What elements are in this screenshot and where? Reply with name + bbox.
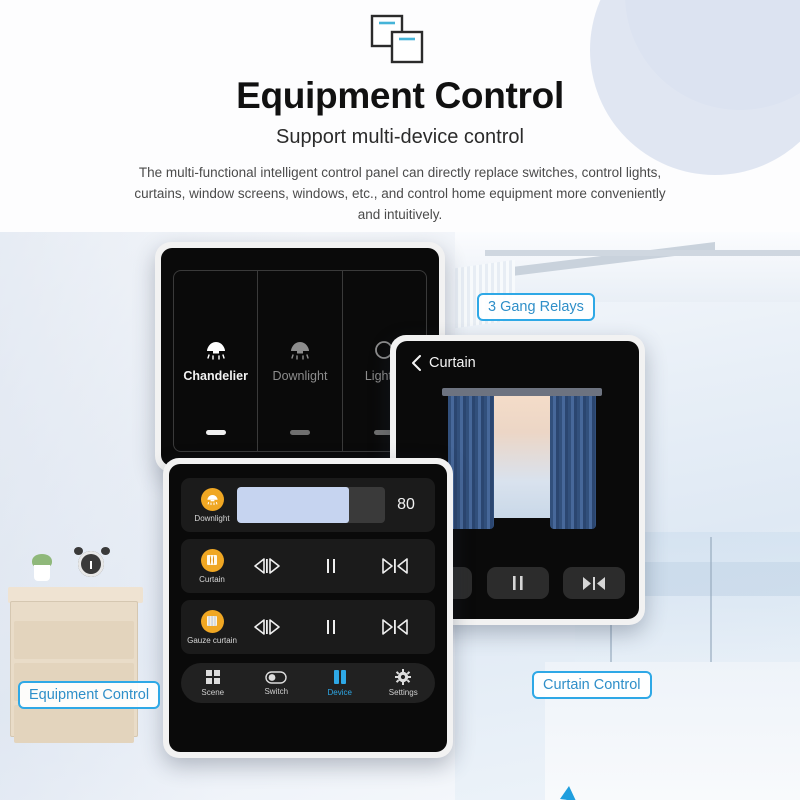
device-icon-wrap: Curtain: [189, 548, 235, 584]
nav-item-scene[interactable]: Scene: [186, 669, 240, 697]
nightstand-drawer: [14, 621, 134, 659]
alarm-clock-bell-right: [101, 547, 110, 555]
curtain-close-button[interactable]: [563, 567, 625, 599]
toggle-icon: [265, 670, 287, 684]
gang-switch-label: Chandelier: [183, 369, 248, 383]
device-row-gauze-curtain[interactable]: Gauze curtain: [181, 600, 435, 654]
curtain-row-buttons: [235, 553, 427, 579]
nav-item-device[interactable]: Device: [313, 669, 367, 697]
curtain-drape-right: [550, 396, 596, 529]
brightness-slider-fill: [237, 487, 350, 523]
page-title: Equipment Control: [236, 75, 564, 116]
chevron-left-icon[interactable]: [412, 355, 421, 371]
pause-icon: [327, 620, 335, 634]
curtain-screen-header: Curtain: [412, 355, 476, 371]
gauze-curtain-icon: [200, 609, 224, 633]
close-curtain-icon: [382, 619, 408, 635]
gang-switch-downlight[interactable]: Downlight: [258, 271, 343, 451]
close-curtain-icon: [583, 576, 605, 590]
nav-label: Settings: [388, 688, 418, 697]
downlight-icon: [200, 487, 224, 511]
callout-3-gang-relays: 3 Gang Relays: [477, 293, 595, 321]
page-description: The multi-functional intelligent control…: [134, 164, 666, 222]
header: Equipment Control Support multi-device c…: [0, 0, 800, 225]
device-row-curtain[interactable]: Curtain: [181, 539, 435, 593]
nightstand-body: [10, 601, 138, 743]
curtain-drape-left: [448, 396, 494, 529]
plant-pot: [34, 565, 50, 581]
close-curtain-icon: [382, 558, 408, 574]
window-opening: [492, 396, 550, 518]
curtain-pause-button[interactable]: [486, 567, 549, 599]
device-icon-wrap: Gauze curtain: [187, 609, 237, 645]
nav-label: Scene: [201, 688, 225, 697]
device-icon: [333, 670, 346, 684]
window-frame: [485, 250, 800, 256]
gauze-curtain-close-button[interactable]: [375, 614, 415, 640]
brightness-slider[interactable]: [237, 487, 385, 523]
gang-switch-grid: Chandelier Downlight Light S: [173, 270, 427, 452]
pause-icon: [512, 576, 523, 590]
open-curtain-icon: [254, 619, 280, 635]
grid-icon: [205, 670, 220, 684]
open-curtain-icon: [254, 558, 280, 574]
gang-switch-indicator: [289, 430, 310, 435]
nav-item-switch[interactable]: Switch: [249, 670, 303, 696]
ceiling-lamp-icon: [206, 342, 225, 360]
curtain-rod: [442, 388, 602, 396]
gauze-curtain-pause-button[interactable]: [311, 614, 351, 640]
gang-switch-label: Downlight: [272, 369, 328, 383]
gang-switch-indicator: [205, 430, 226, 435]
gauze-curtain-row-buttons: [235, 614, 427, 640]
gear-icon: [395, 669, 412, 685]
callout-equipment-control: Equipment Control: [18, 681, 161, 709]
device-row-label: Downlight: [194, 513, 230, 523]
callout-curtain-control: Curtain Control: [532, 671, 652, 699]
gang-switch-chandelier[interactable]: Chandelier: [174, 271, 259, 451]
device-list-screen: Downlight 80 Curtain Gauze curtain Scene…: [169, 464, 447, 752]
device-row-label: Gauze curtain: [187, 635, 237, 645]
overlapping-switch-panels-icon: [360, 12, 440, 70]
alarm-clock-hand: [90, 561, 92, 569]
brightness-value: 80: [397, 496, 415, 513]
product-scene-photo: Chandelier Downlight Light S Curtain Dow…: [0, 232, 800, 800]
nightstand-furniture: [8, 547, 143, 743]
device-row-downlight[interactable]: Downlight 80: [181, 478, 435, 532]
curtain-pause-button[interactable]: [311, 553, 351, 579]
curtain-open-button[interactable]: [247, 553, 287, 579]
device-icon-wrap: Downlight: [189, 487, 235, 523]
product-feature-page: Equipment Control Support multi-device c…: [0, 0, 800, 800]
device-row-label: Curtain: [199, 574, 225, 584]
gauze-curtain-open-button[interactable]: [247, 614, 287, 640]
window-with-curtains-image: [442, 388, 602, 533]
nav-label: Switch: [264, 686, 289, 696]
page-subtitle: Support multi-device control: [276, 125, 524, 148]
curtain-screen-title: Curtain: [429, 355, 476, 371]
device-list-panel: Downlight 80 Curtain Gauze curtain Scene…: [163, 458, 453, 758]
glass-rail-post: [710, 537, 712, 667]
pause-icon: [327, 559, 335, 573]
ceiling-lamp-icon: [290, 342, 309, 360]
nightstand-drawer: [14, 705, 134, 743]
curtain-close-button[interactable]: [375, 553, 415, 579]
nav-item-settings[interactable]: Settings: [376, 669, 430, 697]
bottom-navigation: Scene Switch Device Settings: [181, 663, 435, 703]
curtain-icon: [200, 548, 224, 572]
nav-label: Device: [327, 688, 352, 697]
device-rows: Downlight 80 Curtain Gauze curtain Scene…: [181, 478, 435, 744]
